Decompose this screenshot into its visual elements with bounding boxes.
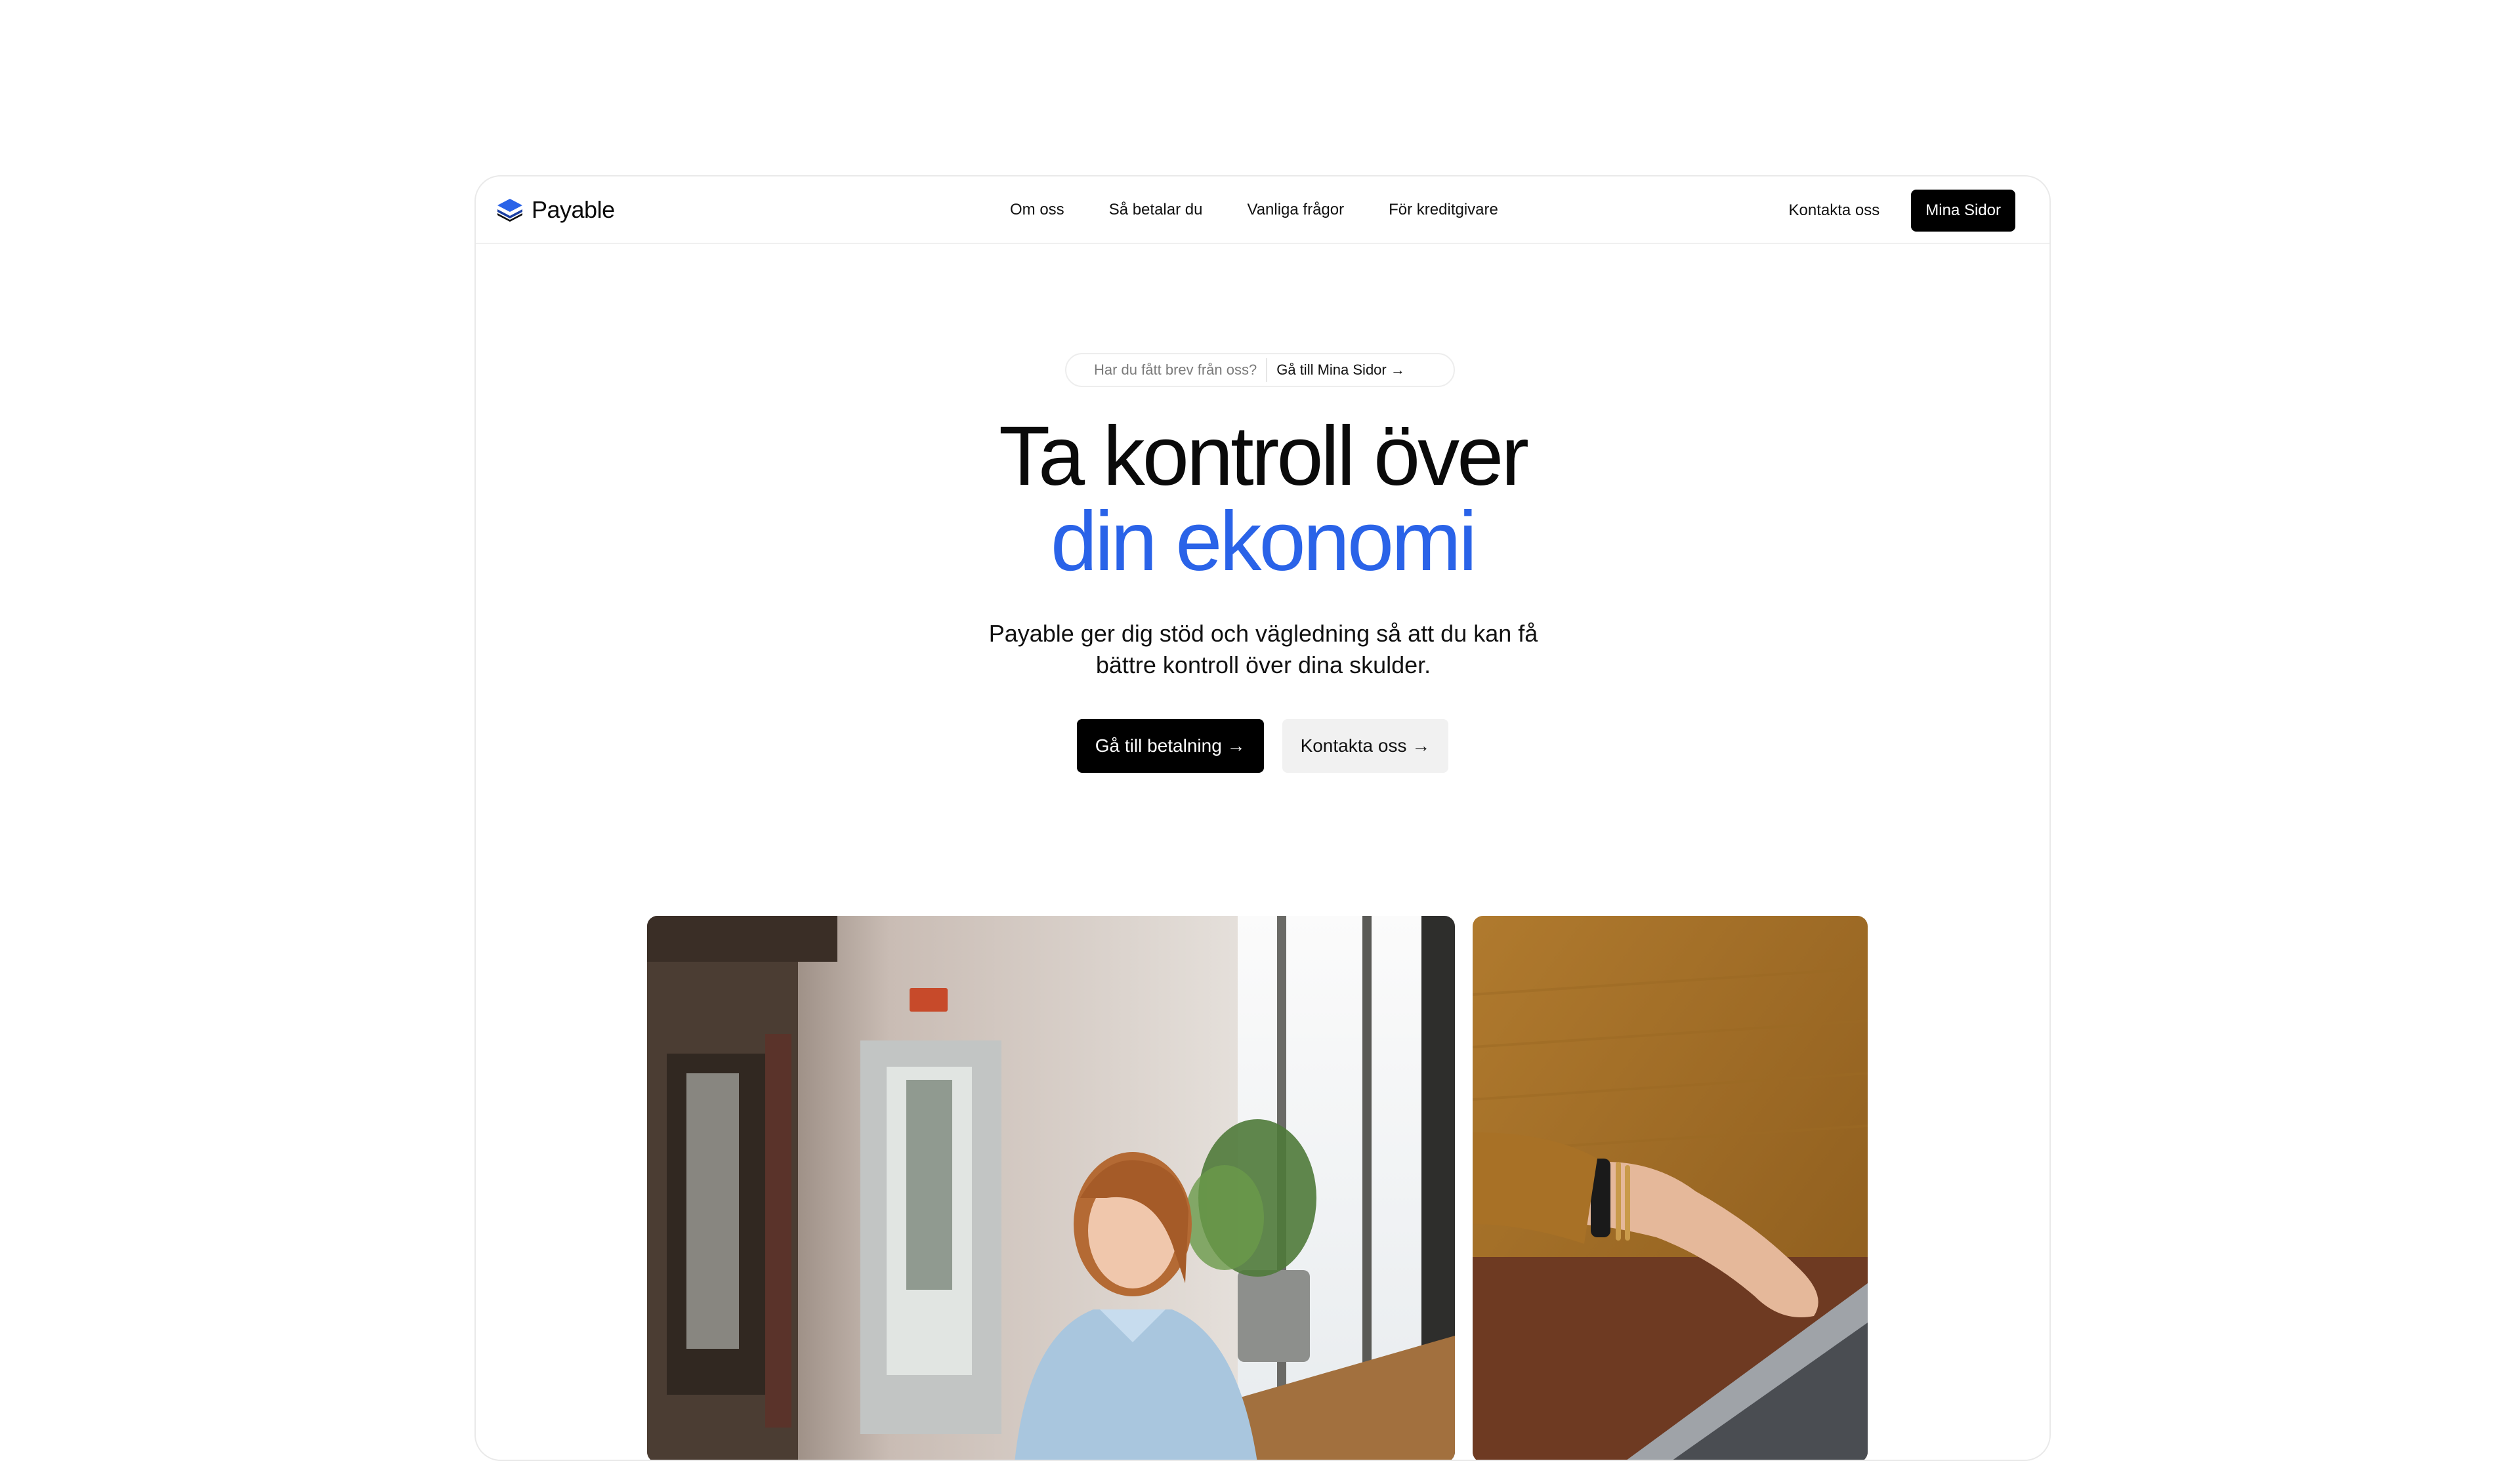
site-frame: Payable Om oss Så betalar du Vanliga frå… (474, 175, 2051, 1461)
brand-logo-link[interactable]: Payable (495, 195, 615, 225)
hero-subtitle: Payable ger dig stöd och vägledning så a… (988, 620, 1538, 678)
contact-us-button[interactable]: Kontakta oss → (1282, 719, 1449, 773)
navbar: Payable Om oss Så betalar du Vanliga frå… (476, 176, 2049, 244)
nav-links: Om oss Så betalar du Vanliga frågor För … (1010, 195, 1498, 225)
announcement-link[interactable]: Gå till Mina Sidor → (1267, 361, 1405, 379)
hands-on-laptop-illustration (1473, 916, 1868, 1460)
hero-title-line1: Ta kontroll över (999, 409, 1529, 503)
nav-link-for-kreditgivare[interactable]: För kreditgivare (1389, 201, 1498, 219)
nav-link-vanliga-fragor[interactable]: Vanliga frågor (1247, 201, 1344, 219)
nav-contact-link[interactable]: Kontakta oss (1789, 201, 1880, 220)
layers-icon (497, 199, 522, 222)
go-to-payment-button[interactable]: Gå till betalning → (1076, 719, 1264, 773)
smiling-woman-cafe-illustration (647, 916, 1455, 1460)
hero-title: Ta kontroll över din ekonomi (476, 414, 2049, 585)
nav-link-om-oss[interactable]: Om oss (1010, 201, 1064, 219)
nav-link-sa-betalar-du[interactable]: Så betalar du (1109, 201, 1203, 219)
hero-cta-row: Gå till betalning → Kontakta oss → (476, 719, 2049, 773)
hero-title-line2: din ekonomi (1050, 495, 1477, 588)
brand-name: Payable (532, 196, 615, 223)
mina-sidor-button[interactable]: Mina Sidor (1911, 190, 2015, 232)
hands-on-laptop-photo (1473, 916, 1868, 1460)
announcement-question: Har du fått brev från oss? (1094, 361, 1257, 378)
announcement-pill: Har du fått brev från oss? Gå till Mina … (1065, 353, 1455, 387)
smiling-woman-cafe-photo (647, 916, 1455, 1460)
nav-actions: Kontakta oss Mina Sidor (1789, 190, 2015, 232)
